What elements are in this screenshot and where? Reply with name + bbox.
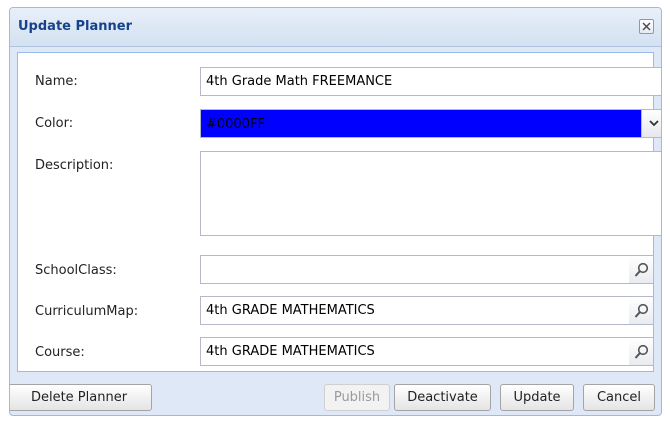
- delete-planner-button[interactable]: Delete Planner: [10, 384, 152, 411]
- description-textarea[interactable]: [200, 151, 661, 236]
- name-label: Name:: [35, 74, 78, 89]
- cancel-button[interactable]: Cancel: [583, 384, 655, 411]
- description-label: Description:: [35, 158, 114, 173]
- schoolclass-input[interactable]: [200, 255, 630, 284]
- dialog-title: Update Planner: [18, 19, 132, 34]
- schoolclass-label: SchoolClass:: [35, 263, 117, 278]
- search-icon: [634, 262, 649, 277]
- close-icon: [642, 22, 651, 31]
- chevron-down-icon: [649, 120, 659, 127]
- schoolclass-search-button[interactable]: [629, 255, 654, 284]
- close-button[interactable]: [639, 19, 654, 34]
- color-dropdown-button[interactable]: [641, 109, 661, 138]
- update-button[interactable]: Update: [500, 384, 574, 411]
- curriculummap-input[interactable]: 4th GRADE MATHEMATICS: [200, 296, 630, 325]
- curriculummap-label: CurriculumMap:: [35, 304, 139, 319]
- search-icon: [634, 303, 649, 318]
- course-input[interactable]: 4th GRADE MATHEMATICS: [200, 337, 630, 366]
- dialog-titlebar[interactable]: Update Planner: [10, 8, 661, 47]
- update-planner-dialog: Update Planner Name: 4th Grade Math FREE…: [9, 7, 662, 416]
- deactivate-button[interactable]: Deactivate: [394, 384, 491, 411]
- course-search-button[interactable]: [629, 337, 654, 366]
- form-panel: Name: 4th Grade Math FREEMANCE Color: #0…: [17, 52, 661, 372]
- curriculummap-search-button[interactable]: [629, 296, 654, 325]
- name-input[interactable]: 4th Grade Math FREEMANCE: [200, 67, 661, 96]
- color-label: Color:: [35, 116, 74, 131]
- course-label: Course:: [35, 345, 85, 360]
- color-select[interactable]: #0000FF: [200, 109, 642, 138]
- publish-button[interactable]: Publish: [324, 384, 390, 411]
- search-icon: [634, 344, 649, 359]
- dialog-footer: Delete Planner Publish Deactivate Update…: [10, 376, 661, 415]
